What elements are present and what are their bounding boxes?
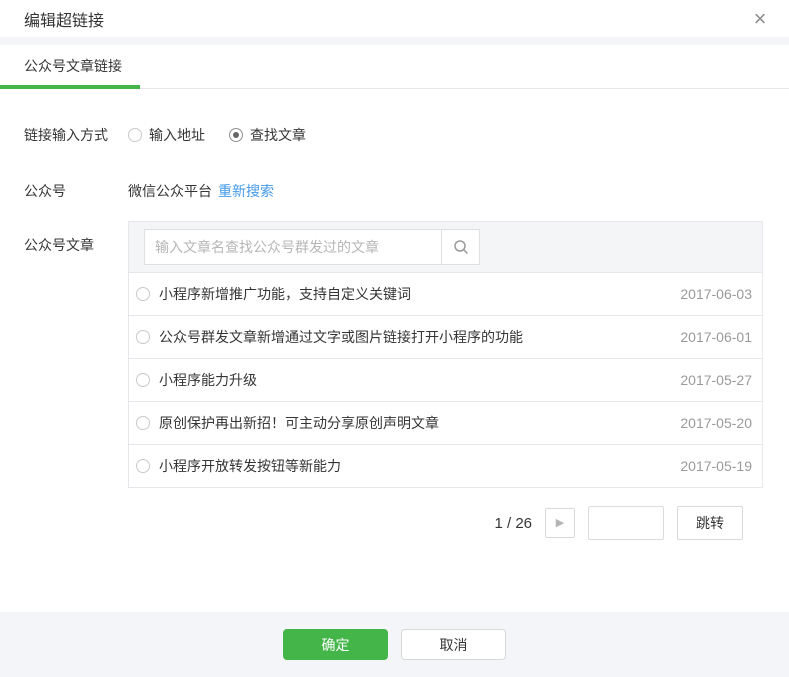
article-title: 小程序能力升级 <box>159 372 257 388</box>
radio-circle-icon[interactable] <box>136 373 150 387</box>
radio-enter-address-label: 输入地址 <box>149 127 205 143</box>
tab-official-article-link[interactable]: 公众号文章链接 <box>0 45 146 88</box>
article-list-item[interactable]: 小程序开放转发按钮等新能力 2017-05-19 <box>129 444 762 487</box>
search-button[interactable] <box>442 229 480 265</box>
close-icon[interactable]: × <box>747 6 773 32</box>
header-divider <box>0 37 789 45</box>
dialog-header: 编辑超链接 × <box>0 0 789 37</box>
radio-find-article-label: 查找文章 <box>250 127 306 143</box>
link-input-method-label: 链接输入方式 <box>24 127 108 143</box>
official-account-row: 公众号 微信公众平台 重新搜索 <box>24 181 763 201</box>
right-arrow-icon: ▶ <box>555 517 565 529</box>
dialog-content: 链接输入方式 输入地址 查找文章 公众号 微信公众平台 重新搜索 公众号文章 输… <box>0 125 789 540</box>
article-search-input[interactable] <box>144 229 442 265</box>
article-list-item[interactable]: 公众号群发文章新增通过文字或图片链接打开小程序的功能 2017-06-01 <box>129 315 762 358</box>
research-link[interactable]: 重新搜索 <box>218 181 274 201</box>
article-title: 公众号群发文章新增通过文字或图片链接打开小程序的功能 <box>159 329 523 345</box>
confirm-button[interactable]: 确定 <box>283 629 388 660</box>
radio-circle-icon[interactable] <box>229 128 243 142</box>
page-indicator: 1 / 26 <box>494 514 532 532</box>
link-input-method-options: 输入地址 查找文章 <box>128 125 330 145</box>
official-account-value: 微信公众平台 <box>128 183 212 199</box>
radio-circle-icon[interactable] <box>136 459 150 473</box>
search-icon <box>453 240 468 255</box>
cancel-button[interactable]: 取消 <box>401 629 506 660</box>
article-title: 原创保护再出新招！可主动分享原创声明文章 <box>159 415 439 431</box>
article-search-bar <box>129 222 762 272</box>
dialog-footer: 确定 取消 <box>0 612 789 677</box>
official-account-label: 公众号 <box>24 183 66 199</box>
article-list-box: 小程序新增推广功能，支持自定义关键词 2017-06-03 公众号群发文章新增通… <box>128 221 763 488</box>
edit-hyperlink-dialog: 编辑超链接 × 公众号文章链接 链接输入方式 输入地址 查找文章 公众号 微信公… <box>0 0 789 677</box>
articles-row: 公众号文章 小程序新增推广功能，支持自定义 <box>24 221 763 540</box>
article-date: 2017-05-20 <box>680 415 752 431</box>
radio-find-article[interactable]: 查找文章 <box>229 125 306 145</box>
radio-circle-icon[interactable] <box>136 416 150 430</box>
radio-enter-address[interactable]: 输入地址 <box>128 125 205 145</box>
article-date: 2017-06-03 <box>680 286 752 302</box>
article-list-item[interactable]: 原创保护再出新招！可主动分享原创声明文章 2017-05-20 <box>129 401 762 444</box>
active-tab-indicator <box>0 85 140 89</box>
articles-label: 公众号文章 <box>24 237 94 253</box>
pagination: 1 / 26 ▶ 跳转 <box>128 506 763 540</box>
radio-circle-icon[interactable] <box>128 128 142 142</box>
next-page-button[interactable]: ▶ <box>545 508 575 538</box>
tab-bar: 公众号文章链接 <box>0 45 789 89</box>
jump-page-input[interactable] <box>588 506 664 540</box>
radio-circle-icon[interactable] <box>136 330 150 344</box>
article-list-item[interactable]: 小程序新增推广功能，支持自定义关键词 2017-06-03 <box>129 272 762 315</box>
article-title: 小程序新增推广功能，支持自定义关键词 <box>159 286 411 302</box>
article-title: 小程序开放转发按钮等新能力 <box>159 458 341 474</box>
article-date: 2017-05-19 <box>680 458 752 474</box>
article-date: 2017-05-27 <box>680 372 752 388</box>
link-input-method-row: 链接输入方式 输入地址 查找文章 <box>24 125 763 145</box>
article-list-item[interactable]: 小程序能力升级 2017-05-27 <box>129 358 762 401</box>
article-date: 2017-06-01 <box>680 329 752 345</box>
jump-button[interactable]: 跳转 <box>677 506 743 540</box>
dialog-title: 编辑超链接 <box>24 12 105 30</box>
radio-circle-icon[interactable] <box>136 287 150 301</box>
